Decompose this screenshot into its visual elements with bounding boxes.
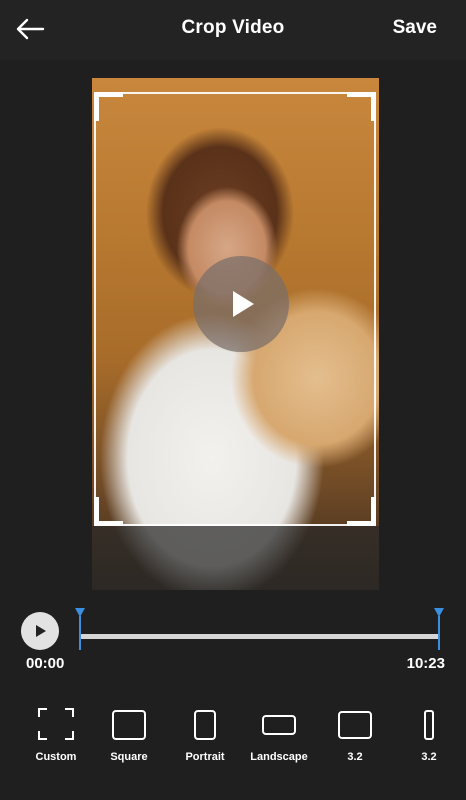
end-time: 10:23 [406, 655, 445, 672]
crop-handle-bottom-left[interactable] [94, 497, 123, 526]
crop-handle-bottom-right[interactable] [347, 497, 376, 526]
ratio-option-3-2[interactable]: 3.2 [327, 700, 383, 770]
crop-handle-top-left[interactable] [94, 92, 123, 121]
ratio-option-landscape[interactable]: Landscape [244, 700, 314, 770]
crop-handle-top-right[interactable] [347, 92, 376, 121]
custom-crop-icon [38, 708, 74, 740]
ratio-tall-icon [424, 710, 434, 740]
play-icon [36, 625, 46, 637]
ratio-label: Square [110, 751, 148, 763]
ratio-label: 3.2 [347, 751, 363, 763]
ratio-option-3-2-tall[interactable]: 3.2 [404, 700, 454, 770]
ratio-label: Custom [35, 751, 77, 763]
timeline-play-button[interactable] [21, 612, 59, 650]
ratio-option-custom[interactable]: Custom [28, 700, 84, 770]
portrait-ratio-icon [194, 710, 216, 740]
aspect-ratio-options: Custom Square Portrait Landscape 3.2 3.2 [0, 700, 466, 770]
handle-stem [79, 616, 81, 650]
start-time: 00:00 [26, 655, 65, 672]
ratio-label: 3.2 [421, 751, 437, 763]
handle-stem [438, 616, 440, 650]
landscape-ratio-icon [262, 715, 296, 735]
ratio-label: Portrait [185, 751, 225, 763]
trim-timeline: 00:00 10:23 [0, 600, 466, 680]
video-play-button[interactable] [193, 256, 289, 352]
play-icon [233, 291, 254, 317]
save-button[interactable]: Save [393, 17, 437, 39]
ratio-option-portrait[interactable]: Portrait [177, 700, 233, 770]
trim-end-handle[interactable] [434, 608, 444, 652]
trim-track[interactable] [80, 634, 440, 639]
ratio-option-square[interactable]: Square [101, 700, 157, 770]
top-bar: Crop Video Save [0, 0, 466, 60]
square-ratio-icon [112, 710, 146, 740]
trim-start-handle[interactable] [75, 608, 85, 652]
crop-outside-overlay [92, 526, 379, 590]
ratio-3-2-icon [338, 711, 372, 739]
ratio-label: Landscape [250, 751, 308, 763]
